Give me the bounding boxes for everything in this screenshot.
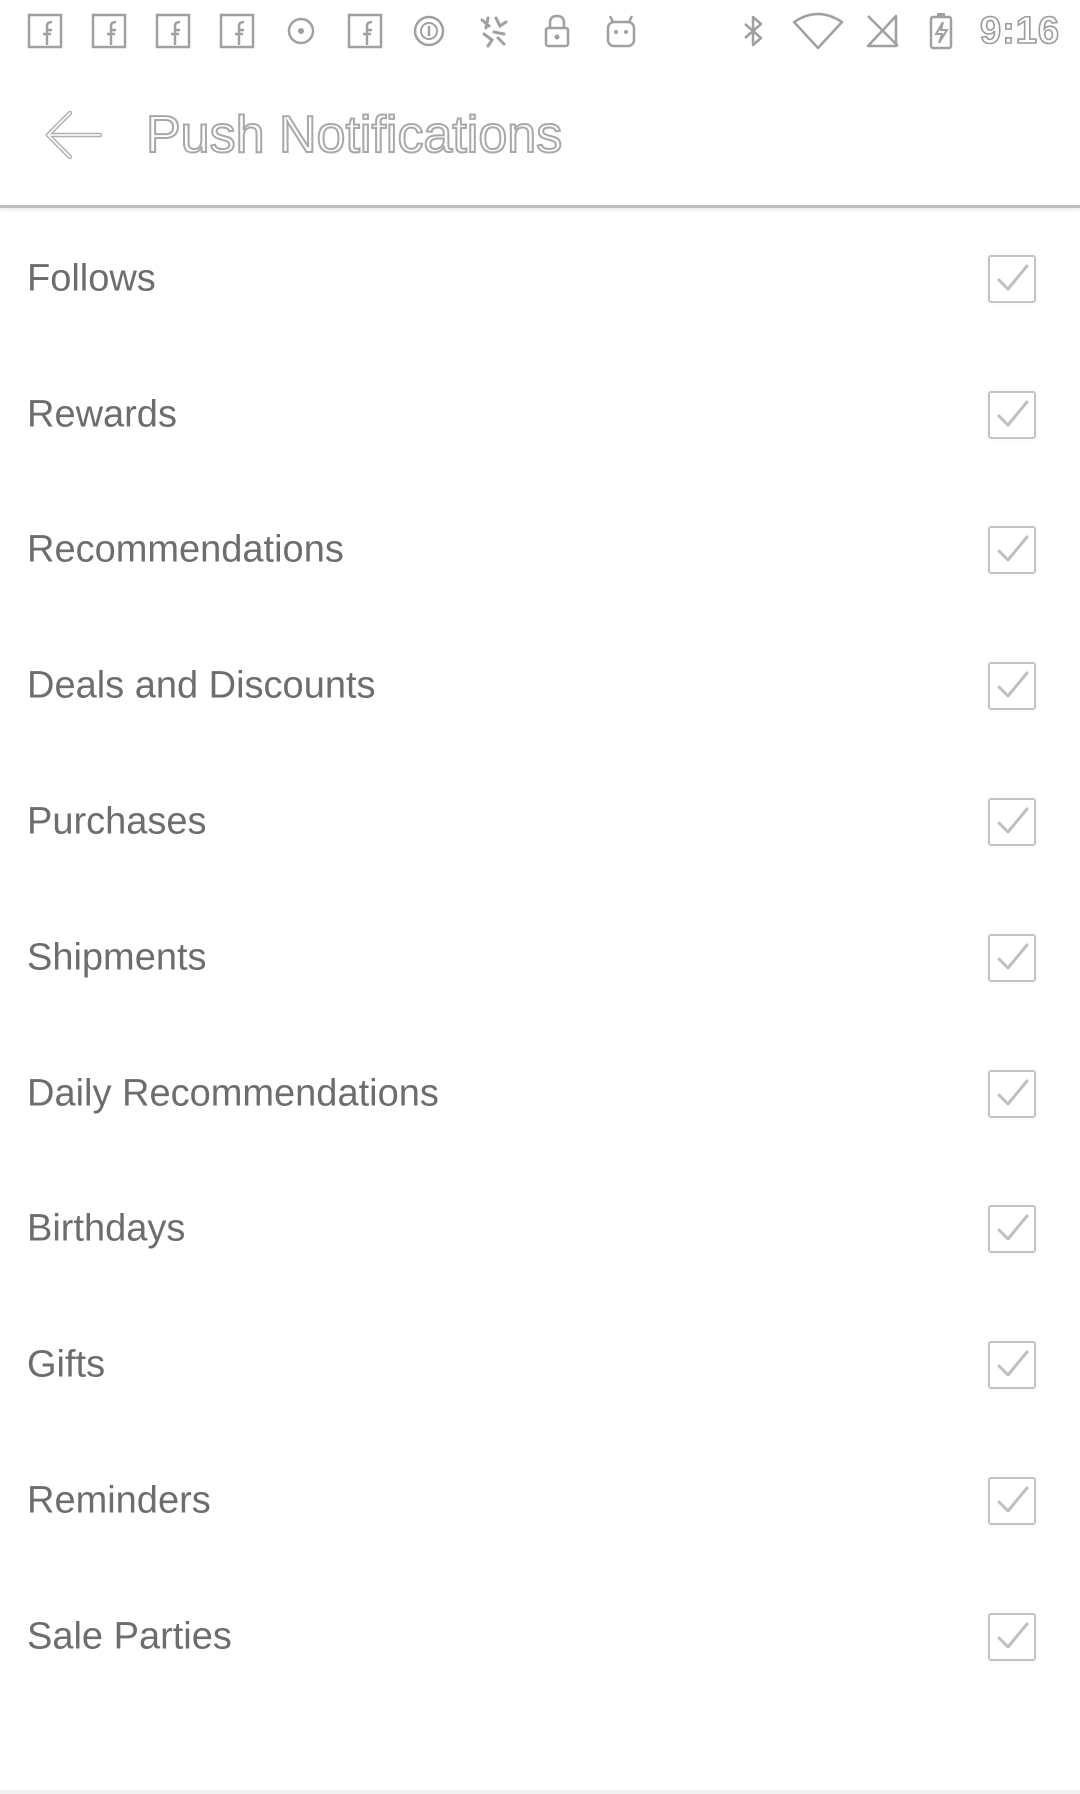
system-icons: 9:16: [734, 9, 1060, 53]
status-bar: 9:16: [0, 0, 1080, 62]
setting-label: Purchases: [27, 800, 207, 843]
no-sim-icon: [864, 12, 902, 50]
facebook-icon: [346, 12, 384, 50]
back-button[interactable]: [38, 106, 108, 164]
setting-row-shipments[interactable]: Shipments: [0, 890, 1080, 1026]
checkbox-follows[interactable]: [988, 254, 1036, 303]
lock-icon: [538, 12, 576, 50]
facebook-icon: [26, 12, 64, 50]
setting-row-daily-recommendations[interactable]: Daily Recommendations: [0, 1026, 1080, 1162]
settings-list: Follows Rewards Recommendations Deals and D…: [0, 211, 1080, 1705]
checkmark-icon: [997, 400, 1029, 427]
setting-label: Deals and Discounts: [27, 664, 376, 707]
battery-charging-icon: [922, 12, 960, 50]
setting-label: Birthdays: [27, 1207, 186, 1250]
flowers-icon: [474, 12, 512, 50]
checkmark-icon: [997, 1214, 1029, 1241]
facebook-icon: [154, 12, 192, 50]
setting-label: Reminders: [27, 1479, 211, 1522]
android-icon: [602, 12, 640, 50]
setting-row-gifts[interactable]: Gifts: [0, 1297, 1080, 1433]
setting-row-purchases[interactable]: Purchases: [0, 754, 1080, 890]
checkmark-icon: [997, 1622, 1029, 1649]
checkmark-icon: [997, 671, 1029, 698]
checkmark-icon: [997, 1486, 1029, 1513]
checkmark-icon: [997, 264, 1029, 291]
circle-notification-icon: [410, 12, 448, 50]
checkbox-purchases[interactable]: [988, 798, 1036, 847]
app-bar: Push Notifications: [0, 62, 1080, 208]
page-title: Push Notifications: [145, 105, 563, 165]
checkbox-birthdays[interactable]: [988, 1205, 1036, 1254]
setting-label: Shipments: [27, 936, 207, 979]
notification-icons: [26, 12, 734, 50]
checkbox-rewards[interactable]: [988, 390, 1036, 439]
bottom-strip: [0, 1790, 1080, 1794]
setting-row-follows[interactable]: Follows: [0, 211, 1080, 347]
checkbox-gifts[interactable]: [988, 1341, 1036, 1390]
setting-label: Recommendations: [27, 528, 344, 571]
checkbox-deals-and-discounts[interactable]: [988, 662, 1036, 711]
checkbox-daily-recommendations[interactable]: [988, 1069, 1036, 1118]
bluetooth-icon: [734, 12, 772, 50]
setting-row-recommendations[interactable]: Recommendations: [0, 483, 1080, 619]
status-time: 9:16: [979, 9, 1060, 53]
checkbox-sale-parties[interactable]: [988, 1612, 1036, 1661]
setting-row-sale-parties[interactable]: Sale Parties: [0, 1569, 1080, 1705]
checkbox-shipments[interactable]: [988, 933, 1036, 982]
setting-row-birthdays[interactable]: Birthdays: [0, 1162, 1080, 1298]
checkbox-recommendations[interactable]: [988, 526, 1036, 575]
checkbox-reminders[interactable]: [988, 1477, 1036, 1526]
checkmark-icon: [997, 1079, 1029, 1106]
checkmark-icon: [997, 1350, 1029, 1377]
setting-label: Sale Parties: [27, 1615, 232, 1658]
setting-label: Rewards: [27, 393, 177, 436]
circle-dot-icon: [282, 12, 320, 50]
setting-label: Daily Recommendations: [27, 1072, 439, 1115]
checkmark-icon: [997, 807, 1029, 834]
setting-row-deals-and-discounts[interactable]: Deals and Discounts: [0, 618, 1080, 754]
setting-label: Gifts: [27, 1343, 106, 1386]
setting-row-reminders[interactable]: Reminders: [0, 1433, 1080, 1569]
setting-label: Follows: [27, 257, 156, 300]
checkmark-icon: [997, 943, 1029, 970]
facebook-icon: [90, 12, 128, 50]
facebook-icon: [218, 12, 256, 50]
wifi-icon: [792, 12, 844, 50]
checkmark-icon: [997, 535, 1029, 562]
arrow-back-icon: [42, 108, 104, 162]
setting-row-rewards[interactable]: Rewards: [0, 347, 1080, 483]
